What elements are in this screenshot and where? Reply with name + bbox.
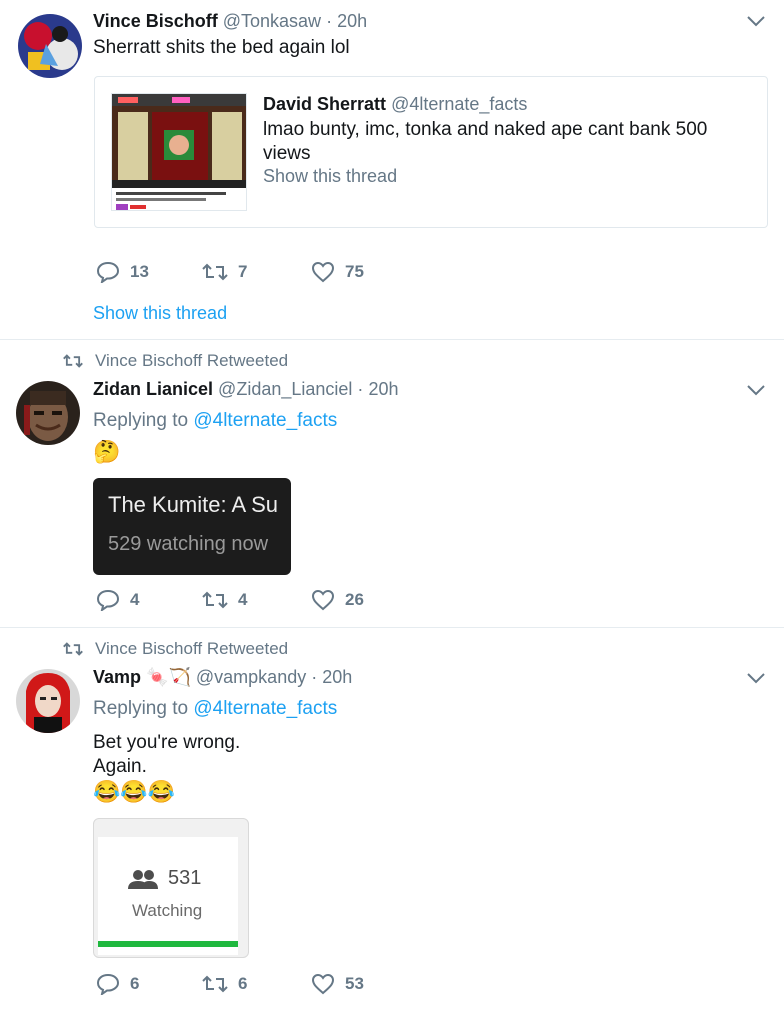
reply-count: 6	[130, 974, 140, 993]
quoted-user-handle[interactable]: @4lternate_facts	[391, 94, 527, 114]
show-thread-link[interactable]: Show this thread	[93, 303, 227, 324]
quoted-tweet-text: lmao bunty, imc, tonka and naked ape can…	[263, 119, 708, 164]
reply-count: 4	[130, 590, 140, 609]
tweet-text-line: Again.	[93, 756, 147, 777]
retweeted-by-label[interactable]: Vince Bischoff Retweeted	[95, 350, 288, 372]
tweet-divider	[0, 627, 784, 628]
replying-to-label: Replying to	[93, 410, 189, 431]
like-count: 26	[345, 590, 364, 609]
reply-button[interactable]: 4	[96, 589, 139, 611]
retweet-button[interactable]: 7	[202, 261, 247, 283]
media-title: The Kumite: A Su	[108, 492, 278, 517]
like-count: 75	[345, 262, 364, 281]
quoted-tweet[interactable]: David Sherratt @4lternate_facts lmao bun…	[94, 76, 768, 228]
chevron-down-icon[interactable]	[746, 14, 766, 28]
viewer-count-value: 531	[168, 867, 202, 889]
watch-progress-bar	[98, 941, 238, 947]
tweet-media-image[interactable]: The Kumite: A Su 529 watching now	[93, 478, 291, 575]
like-icon	[311, 973, 335, 995]
retweet-icon	[202, 975, 228, 993]
avatar[interactable]	[16, 669, 80, 733]
viewer-count: 531	[128, 867, 201, 890]
reply-button[interactable]: 13	[96, 261, 149, 283]
tweet-divider	[0, 339, 784, 340]
media-subtitle: 529 watching now	[108, 533, 269, 555]
retweet-icon	[202, 591, 228, 609]
tweet-header: Vince Bischoff @Tonkasaw · 20h	[93, 10, 367, 32]
like-count: 53	[345, 974, 364, 993]
timestamp[interactable]: 20h	[368, 379, 398, 399]
replying-to-label: Replying to	[93, 698, 189, 719]
avatar[interactable]	[16, 381, 80, 445]
retweet-icon	[63, 354, 83, 368]
tweet-header: Zidan Lianicel @Zidan_Lianciel · 20h	[93, 378, 398, 400]
retweet-button[interactable]: 4	[202, 589, 247, 611]
name-emoji: 🍬🏹	[146, 667, 191, 687]
display-name[interactable]: Vamp	[93, 667, 141, 687]
people-icon	[128, 869, 158, 889]
tweet-actions: 6 6 53	[96, 973, 396, 999]
chevron-down-icon[interactable]	[746, 671, 766, 685]
quoted-display-name[interactable]: David Sherratt	[263, 94, 386, 114]
retweeted-by: Vince Bischoff Retweeted	[63, 638, 288, 660]
quoted-show-thread-link[interactable]: Show this thread	[263, 166, 397, 187]
tweet-actions: 4 4 26	[96, 589, 396, 615]
tweet-text-line: Bet you're wrong.	[93, 732, 241, 753]
separator-dot: ·	[357, 379, 364, 399]
retweet-icon	[202, 263, 228, 281]
viewer-label: Watching	[132, 901, 203, 920]
replying-to: Replying to @4lternate_facts	[93, 697, 337, 721]
reply-icon	[96, 261, 120, 283]
retweeted-by: Vince Bischoff Retweeted	[63, 350, 288, 372]
retweet-count: 6	[238, 974, 248, 993]
retweet-count: 7	[238, 262, 248, 281]
quoted-tweet-thumbnail	[111, 93, 247, 211]
tweet-emoji: 🤔	[93, 439, 121, 464]
like-button[interactable]: 75	[311, 261, 364, 283]
like-icon	[311, 261, 335, 283]
user-handle[interactable]: @Zidan_Lianciel	[218, 379, 352, 399]
replying-to: Replying to @4lternate_facts	[93, 409, 337, 433]
replying-to-handle[interactable]: @4lternate_facts	[193, 410, 337, 431]
user-handle[interactable]: @vampkandy	[196, 667, 306, 687]
chevron-down-icon[interactable]	[746, 383, 766, 397]
tweet-text: Sherratt shits the bed again lol	[93, 37, 350, 58]
reply-count: 13	[130, 262, 149, 281]
quoted-tweet-header: David Sherratt @4lternate_facts	[263, 93, 527, 115]
timestamp[interactable]: 20h	[337, 11, 367, 31]
reply-button[interactable]: 6	[96, 973, 139, 995]
retweet-icon	[63, 642, 83, 656]
display-name[interactable]: Zidan Lianicel	[93, 379, 213, 399]
tweet-header: Vamp 🍬🏹 @vampkandy · 20h	[93, 666, 352, 688]
replying-to-handle[interactable]: @4lternate_facts	[193, 698, 337, 719]
separator-dot: ·	[326, 11, 333, 31]
tweet-actions: 13 7 75	[96, 261, 396, 287]
retweet-button[interactable]: 6	[202, 973, 247, 995]
avatar[interactable]	[18, 14, 82, 78]
retweeted-by-label[interactable]: Vince Bischoff Retweeted	[95, 638, 288, 660]
like-icon	[311, 589, 335, 611]
media-card: 531 Watching	[98, 837, 238, 955]
separator-dot: ·	[311, 667, 318, 687]
timestamp[interactable]: 20h	[322, 667, 352, 687]
retweet-count: 4	[238, 590, 248, 609]
reply-icon	[96, 589, 120, 611]
tweet-emoji: 😂😂😂	[93, 779, 176, 804]
like-button[interactable]: 26	[311, 589, 364, 611]
user-handle[interactable]: @Tonkasaw	[223, 11, 321, 31]
like-button[interactable]: 53	[311, 973, 364, 995]
tweet-media-image[interactable]: 531 Watching	[93, 818, 249, 958]
reply-icon	[96, 973, 120, 995]
display-name[interactable]: Vince Bischoff	[93, 11, 218, 31]
